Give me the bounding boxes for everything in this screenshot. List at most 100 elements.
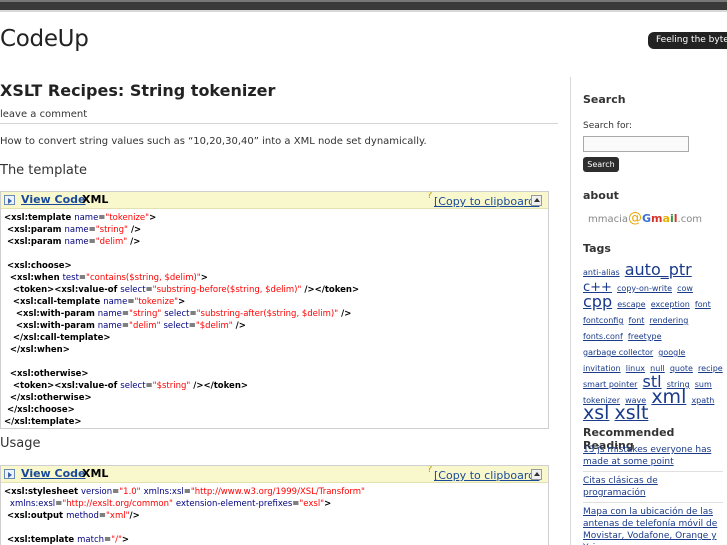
- tag-link[interactable]: xsl: [583, 402, 609, 424]
- code-token: name: [64, 237, 89, 247]
- gmail-logo: Gmail: [642, 212, 678, 225]
- post-intro: How to convert string values such as “10…: [0, 136, 427, 147]
- view-code-link[interactable]: View Code: [21, 193, 86, 206]
- code-token: =: [189, 309, 197, 319]
- code-token: <xsl:param: [4, 225, 65, 235]
- code-token: >: [178, 297, 186, 307]
- collapse-arrow-icon[interactable]: [531, 195, 542, 206]
- tag-link[interactable]: freetype: [628, 332, 662, 341]
- tag-link[interactable]: quote: [670, 364, 693, 373]
- code-line: <xsl:stylesheet version="1.0" xmlns:xsl=…: [4, 486, 548, 498]
- code-token: xmlns:xsl: [143, 487, 184, 497]
- code-token: <xsl:template: [4, 213, 75, 223]
- code-token: match: [77, 535, 105, 545]
- code-token: "delim": [95, 237, 128, 247]
- search-button[interactable]: Search: [583, 157, 619, 172]
- view-code-icon[interactable]: [4, 469, 15, 479]
- tag-link[interactable]: fonts.conf: [583, 332, 623, 341]
- recommended-reading-list: 13 js mistakes everyone has made at some…: [583, 444, 723, 545]
- tag-link[interactable]: exception: [651, 300, 690, 309]
- tag-link[interactable]: recipe: [698, 364, 723, 373]
- code-block-usage: View Code XML ? [Copy to clipboard] <xsl…: [0, 465, 549, 545]
- help-link[interactable]: ?: [427, 192, 432, 201]
- collapse-arrow-icon[interactable]: [531, 469, 542, 480]
- leave-comment-link[interactable]: leave a comment: [0, 109, 87, 120]
- code-token: =: [145, 381, 153, 391]
- tag-link[interactable]: auto_ptr: [625, 260, 692, 279]
- reading-link[interactable]: 13 js mistakes everyone has made at some…: [583, 444, 723, 472]
- code-token: <xsl:call-template: [4, 297, 104, 307]
- reading-link[interactable]: Mapa con la ubicación de las antenas de …: [583, 506, 723, 545]
- code-line: <xsl:template name="tokenize">: [4, 212, 548, 224]
- code-token: "xml": [106, 511, 130, 521]
- tag-link[interactable]: cow: [677, 284, 693, 293]
- tag-link[interactable]: rendering: [650, 316, 689, 325]
- code-token: =: [121, 309, 130, 319]
- code-line: <xsl:with-param name="delim" select="$de…: [4, 320, 548, 332]
- tag-link[interactable]: escape: [617, 300, 645, 309]
- view-code-icon[interactable]: [4, 195, 15, 205]
- code-token: =: [188, 321, 196, 331]
- code-token: select: [120, 285, 146, 295]
- tag-link[interactable]: font: [629, 316, 645, 325]
- tag-link[interactable]: copy-on-write: [617, 284, 672, 293]
- code-token: name: [97, 309, 122, 319]
- code-token: />: [127, 237, 141, 247]
- code-line: </xsl:when>: [4, 344, 548, 356]
- code-token: <xsl:choose>: [4, 261, 72, 271]
- view-code-link[interactable]: View Code: [21, 467, 86, 480]
- search-input[interactable]: [583, 136, 689, 152]
- code-line: <xsl:otherwise>: [4, 368, 548, 380]
- copy-to-clipboard-link[interactable]: [Copy to clipboard]: [434, 469, 539, 482]
- tag-link[interactable]: smart pointer: [583, 380, 637, 389]
- section-heading-template: The template: [0, 163, 87, 178]
- code-token: "$delim": [195, 321, 233, 331]
- code-line: <xsl:param name="string" />: [4, 224, 548, 236]
- copy-to-clipboard-link[interactable]: [Copy to clipboard]: [434, 195, 539, 208]
- code-token: <xsl:with-param: [4, 309, 98, 319]
- tag-cloud: anti-alias auto_ptr c++ copy-on-write co…: [583, 260, 723, 423]
- code-token: <xsl:param: [4, 237, 65, 247]
- tag-link[interactable]: garbage collector: [583, 348, 653, 357]
- code-token: name: [64, 225, 89, 235]
- sidebar-divider: [570, 77, 571, 545]
- post-title[interactable]: XSLT Recipes: String tokenizer: [0, 81, 275, 100]
- code-line: <xsl:choose>: [4, 260, 548, 272]
- tag-link[interactable]: cpp: [583, 292, 612, 311]
- code-token: >: [324, 499, 332, 509]
- code-token: >: [200, 273, 208, 283]
- search-heading: Search: [583, 93, 626, 106]
- tag-link[interactable]: google: [658, 348, 685, 357]
- tag-link[interactable]: xslt: [615, 402, 649, 424]
- reading-link[interactable]: Citas clásicas de programación: [583, 475, 723, 503]
- tag-link[interactable]: invitation: [583, 364, 621, 373]
- code-token: =: [78, 273, 87, 283]
- code-token: "string": [129, 309, 162, 319]
- code-token: version: [80, 487, 113, 497]
- help-link[interactable]: ?: [427, 466, 432, 475]
- code-token: "substring-after($string, $delim)": [196, 309, 339, 319]
- code-line: <xsl:when test="contains($string, $delim…: [4, 272, 548, 284]
- code-token: <token><xsl:value-of: [4, 381, 121, 391]
- section-heading-usage: Usage: [0, 436, 41, 451]
- code-token: <xsl:with-param: [4, 321, 98, 331]
- code-line: <xsl:param name="delim" />: [4, 236, 548, 248]
- code-token: >: [149, 213, 157, 223]
- site-title[interactable]: CodeUp: [0, 26, 89, 52]
- code-token: />: [338, 309, 352, 319]
- tag-link[interactable]: fontconfig: [583, 316, 623, 325]
- email-at: @: [628, 210, 643, 226]
- code-token: "http://www.w3.org/1999/XSL/Transform": [190, 487, 365, 497]
- tag-link[interactable]: xpath: [691, 396, 714, 405]
- tag-link[interactable]: anti-alias: [583, 268, 620, 277]
- tag-link[interactable]: font: [695, 300, 711, 309]
- code-toolbar: View Code XML ? [Copy to clipboard]: [1, 192, 548, 209]
- code-line: </xsl:otherwise>: [4, 392, 548, 404]
- code-token: method: [66, 511, 99, 521]
- tag-link[interactable]: sum: [695, 380, 712, 389]
- site-tagline: Feeling the byte: [648, 32, 727, 49]
- tag-link[interactable]: xml: [651, 386, 686, 408]
- code-token: <xsl:otherwise>: [4, 369, 89, 379]
- code-token: select: [164, 309, 190, 319]
- code-token: =: [98, 511, 107, 521]
